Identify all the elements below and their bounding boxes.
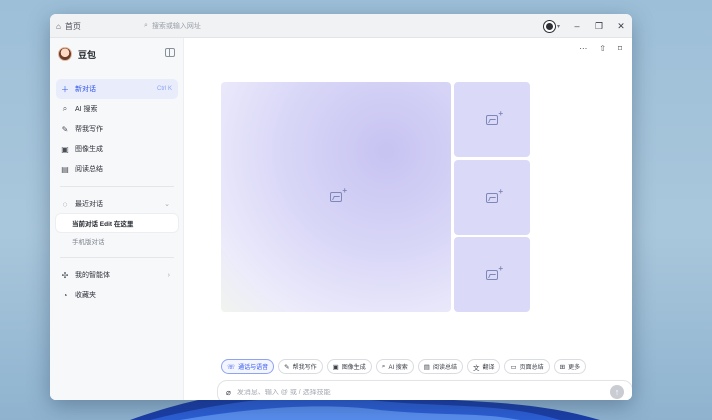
sidebar: 豆包 ＋ 新对话 Ctrl K ⌕ AI 搜索 ✎ 帮我写作 ▣ 图像生成 ▤ (50, 38, 184, 400)
home-icon: ⌂ (56, 21, 61, 31)
share-icon[interactable]: ⇧ (599, 44, 606, 53)
chevron-right-icon: › (167, 271, 170, 279)
image-gallery (221, 82, 530, 312)
sidebar-item-label: 帮我写作 (75, 126, 103, 133)
phone-icon: ☏ (227, 363, 236, 371)
chip-image-gen[interactable]: ▣ 图像生成 (326, 359, 372, 374)
sidebar-item-writing[interactable]: ✎ 帮我写作 (56, 119, 178, 139)
divider (60, 257, 174, 258)
page-icon: ▭ (510, 363, 517, 371)
image-add-icon (486, 109, 503, 125)
avatar (58, 47, 72, 61)
translate-icon: 文 (472, 364, 480, 372)
chip-translate[interactable]: 文 翻译 (466, 359, 501, 374)
home-tab-label: 首页 (64, 21, 81, 31)
sidebar-item-label: 图像生成 (75, 146, 103, 153)
sidebar-nav: ＋ 新对话 Ctrl K ⌕ AI 搜索 ✎ 帮我写作 ▣ 图像生成 ▤ 阅读总… (56, 79, 178, 305)
sidebar-item-reading[interactable]: ▤ 阅读总结 (56, 159, 178, 179)
book-icon: ▤ (423, 363, 430, 371)
chip-label: 帮我写作 (292, 365, 317, 371)
conversation-item[interactable]: 当前对话 Edit 在这里 (56, 214, 178, 232)
send-button[interactable]: ↑ (610, 385, 624, 399)
brand-name: 豆包 (78, 49, 97, 60)
chip-label: 阅读总结 (432, 365, 457, 371)
message-input[interactable] (236, 388, 604, 396)
chip-label: 图像生成 (341, 365, 366, 371)
chip-label: 翻译 (482, 365, 495, 371)
search-icon: ⌕ (381, 362, 386, 370)
grid-icon: ⊞ (559, 363, 566, 371)
sidebar-item-label: 收藏夹 (75, 292, 96, 299)
image-add-icon (486, 264, 503, 280)
sidebar-item-image-gen[interactable]: ▣ 图像生成 (56, 139, 178, 159)
image-placeholder[interactable] (454, 160, 530, 235)
message-input-box: ⌀ ↑ (217, 380, 632, 400)
chevron-down-icon: ▾ (556, 23, 560, 30)
chat-icon: ◌ (62, 199, 68, 209)
chip-label: 更多 (568, 365, 581, 371)
bookmark-icon[interactable]: ⌑ (618, 44, 622, 53)
chip-reading[interactable]: ▤ 阅读总结 (417, 359, 463, 374)
new-chat-shortcut: Ctrl K (157, 86, 172, 92)
sidebar-item-favorites[interactable]: ◔ 收藏夹 (56, 285, 178, 305)
pen-icon: ✎ (284, 363, 290, 371)
chip-label: 页面总结 (519, 365, 544, 371)
profile-menu-button[interactable]: ▾ (543, 20, 560, 32)
top-actions: ⋯ ⇧ ⌑ (579, 44, 622, 53)
image-placeholder[interactable] (454, 82, 530, 157)
minimize-button[interactable]: – (566, 14, 588, 38)
chip-label: AI 搜索 (388, 365, 408, 371)
recent-chats-header[interactable]: ◌ 最近对话 ⌄ (56, 194, 178, 214)
new-chat-label: 新对话 (75, 86, 96, 93)
chip-writing[interactable]: ✎ 帮我写作 (278, 359, 323, 374)
maximize-button[interactable]: ❐ (588, 14, 610, 38)
plus-icon: ＋ (61, 84, 69, 94)
skill-chips: ☏ 通话与语音 ✎ 帮我写作 ▣ 图像生成 ⌕ AI 搜索 ▤ 阅读总结 文 翻… (221, 359, 587, 374)
search-icon: ⌕ (144, 22, 148, 29)
book-icon: ▤ (61, 164, 69, 174)
favorite-icon: ◔ (62, 290, 68, 300)
image-placeholder-main[interactable] (221, 82, 451, 312)
chip-voice-call[interactable]: ☏ 通话与语音 (221, 359, 275, 374)
main-panel: ⋯ ⇧ ⌑ ↖ ☏ 通话与语音 ✎ (184, 38, 632, 400)
chevron-down-icon: ⌄ (164, 201, 170, 208)
sidebar-item-ai-search[interactable]: ⌕ AI 搜索 (56, 99, 178, 119)
window-controls: ▾ – ❐ ✕ (543, 14, 632, 38)
conversation-item[interactable]: 手机版对话 (56, 232, 178, 250)
conversation-label: 手机版对话 (72, 239, 105, 246)
chip-page-summary[interactable]: ▭ 页面总结 (504, 359, 550, 374)
attachment-icon[interactable]: ⌀ (226, 388, 231, 397)
sidebar-item-bots[interactable]: ✣ 我的智能体 › (56, 265, 178, 285)
sidebar-item-label: 我的智能体 (75, 272, 110, 279)
brand: 豆包 (58, 47, 96, 61)
home-tab[interactable]: ⌂ 首页 (56, 19, 81, 33)
title-bar: ⌂ 首页 ⌕ 搜索或输入网址 ▾ – ❐ ✕ (50, 14, 632, 38)
browser-window: ⌂ 首页 ⌕ 搜索或输入网址 ▾ – ❐ ✕ 豆包 ＋ 新对话 Ctrl K ⌕… (50, 14, 632, 400)
bot-icon: ✣ (61, 270, 69, 280)
recent-chats-label: 最近对话 (75, 201, 103, 208)
chip-ai-search[interactable]: ⌕ AI 搜索 (375, 359, 414, 374)
chip-label: 通话与语音 (238, 365, 269, 371)
image-icon: ▣ (61, 144, 69, 154)
chip-more[interactable]: ⊞ 更多 (553, 359, 587, 374)
search-icon: ⌕ (62, 104, 68, 113)
image-placeholder[interactable] (454, 237, 530, 312)
new-chat-button[interactable]: ＋ 新对话 Ctrl K (56, 79, 178, 99)
profile-icon (543, 20, 555, 32)
sidebar-item-label: 阅读总结 (75, 166, 103, 173)
image-icon: ▣ (332, 363, 339, 371)
pen-icon: ✎ (61, 124, 69, 134)
address-bar[interactable]: ⌕ 搜索或输入网址 (144, 19, 554, 33)
image-add-icon (486, 187, 503, 203)
sidebar-item-label: AI 搜索 (75, 106, 98, 113)
close-button[interactable]: ✕ (610, 14, 632, 38)
address-placeholder: 搜索或输入网址 (151, 23, 201, 30)
more-icon[interactable]: ⋯ (579, 44, 587, 53)
conversation-label: 当前对话 Edit 在这里 (72, 221, 134, 228)
image-add-icon (330, 186, 347, 202)
sidebar-toggle-icon[interactable] (165, 48, 175, 57)
divider (60, 186, 174, 187)
